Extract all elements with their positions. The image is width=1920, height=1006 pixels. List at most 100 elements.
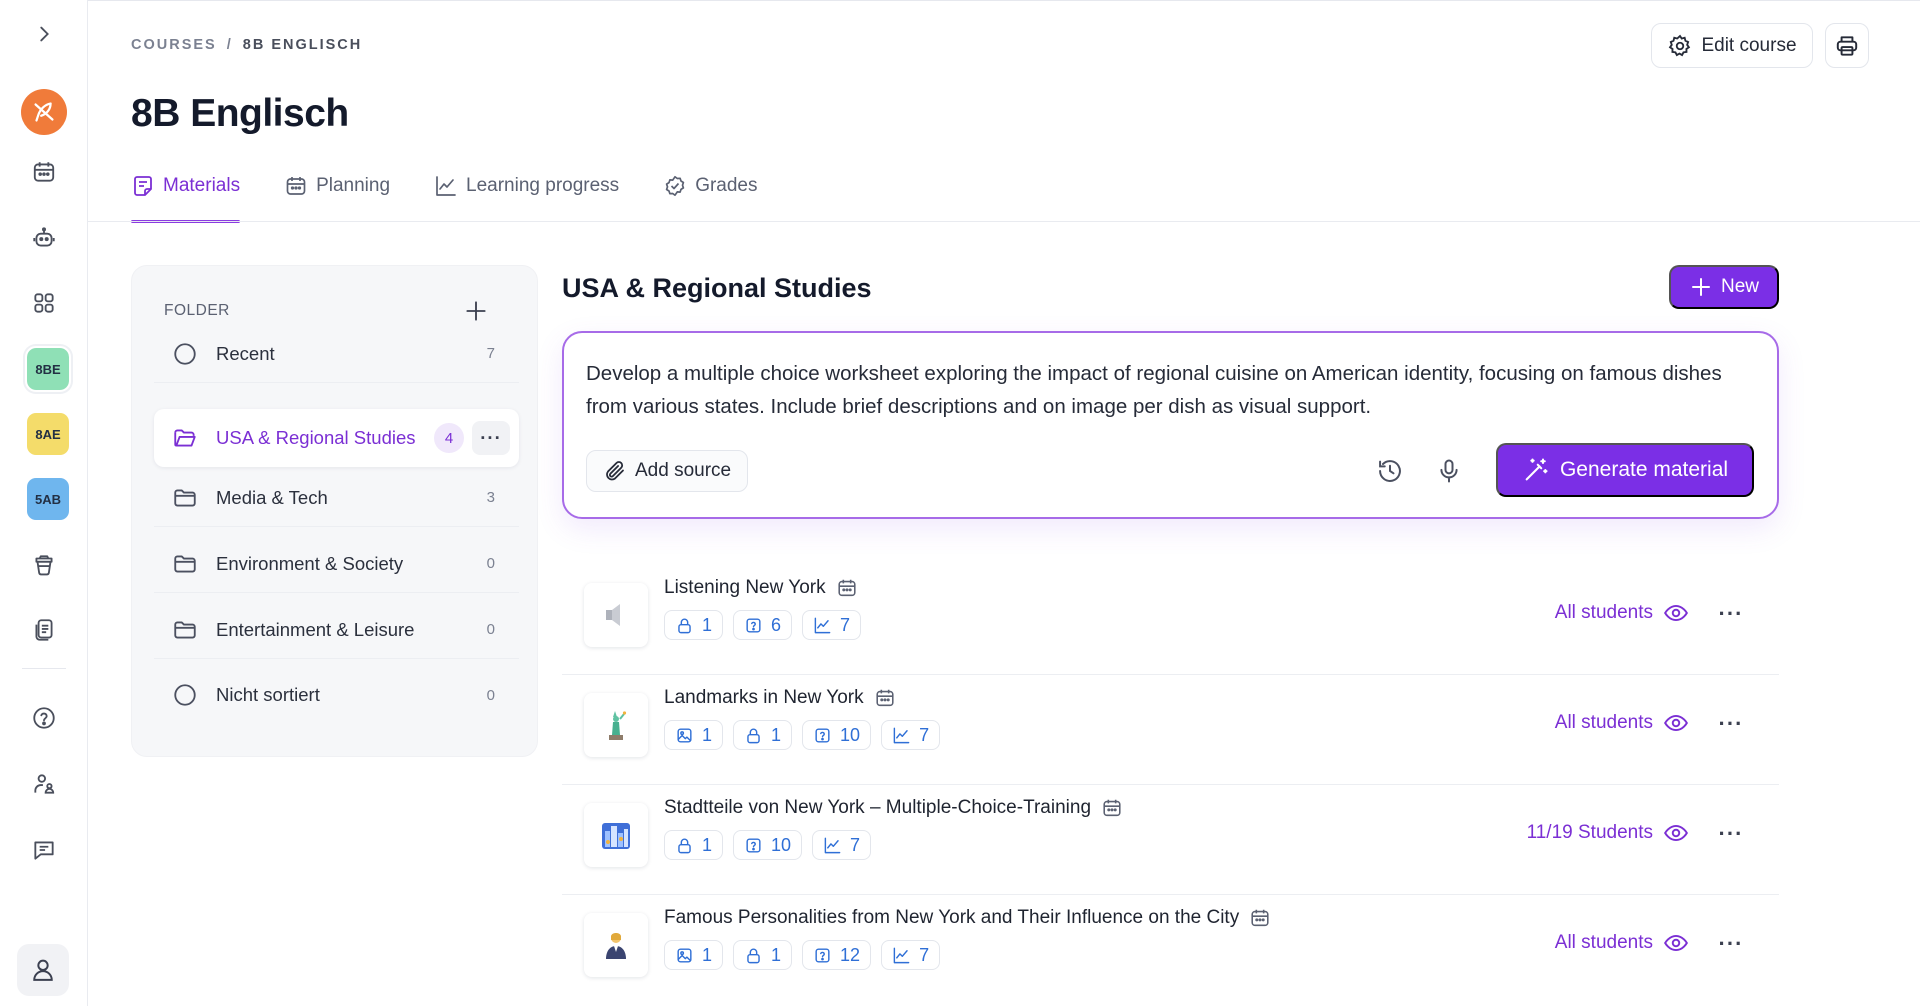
tab-planning[interactable]: Planning	[284, 160, 390, 212]
folder-item-media-tech[interactable]: Media & Tech 3	[154, 469, 519, 527]
material-row[interactable]: Stadtteile von New York – Multiple-Choic…	[562, 785, 1779, 895]
question-chip[interactable]: 10	[802, 720, 872, 750]
folder-item-entertainment-leisure[interactable]: Entertainment & Leisure 0	[154, 601, 519, 659]
cup-icon[interactable]	[24, 545, 64, 585]
course-badge-8ae[interactable]: 8AE	[27, 413, 69, 455]
circle-icon	[174, 342, 196, 365]
audience-link[interactable]: All students	[1555, 600, 1689, 626]
material-row[interactable]: Listening New York 1 6 7 All students ··…	[562, 565, 1779, 675]
breadcrumb-current: 8B ENGLISCH	[242, 37, 363, 53]
folder-item-nicht-sortiert[interactable]: Nicht sortiert 0	[154, 666, 519, 724]
progress-chip[interactable]: 7	[881, 940, 941, 970]
user-avatar[interactable]	[17, 944, 69, 996]
row-more-button[interactable]: ···	[1713, 927, 1749, 961]
material-title-text: Landmarks in New York	[664, 687, 864, 708]
tab-learning-progress[interactable]: Learning progress	[434, 160, 619, 212]
row-more-button[interactable]: ···	[1713, 597, 1749, 631]
row-more-button[interactable]: ···	[1713, 817, 1749, 851]
material-title-text: Listening New York	[664, 577, 826, 598]
statue-of-liberty-icon	[609, 711, 627, 740]
material-title[interactable]: Landmarks in New York	[664, 687, 896, 709]
plus-icon	[1691, 278, 1710, 296]
lock-chip[interactable]: 1	[664, 830, 724, 860]
section-title: USA & Regional Studies	[562, 273, 872, 303]
eye-icon	[1664, 934, 1688, 952]
breadcrumb-courses-link[interactable]: COURSES	[131, 37, 217, 53]
apps-grid-icon[interactable]	[24, 283, 64, 323]
folder-item-count: 7	[486, 345, 495, 362]
progress-chip[interactable]: 7	[812, 830, 872, 860]
material-row[interactable]: Landmarks in New York 1 1 10 7 All stude…	[562, 675, 1779, 785]
new-material-button[interactable]: New	[1669, 265, 1779, 309]
documents-icon[interactable]	[24, 610, 64, 650]
feedback-chat-icon[interactable]	[24, 830, 64, 870]
question-chip[interactable]: 10	[733, 830, 803, 860]
folder-item-label: Entertainment & Leisure	[216, 618, 415, 640]
microphone-icon	[1440, 459, 1458, 483]
app-logo[interactable]	[21, 89, 67, 135]
image-chip[interactable]: 1	[664, 720, 724, 750]
material-title-text: Famous Personalities from New York and T…	[664, 907, 1240, 928]
tab-materials[interactable]: Materials	[131, 160, 241, 223]
audience-label: All students	[1554, 712, 1653, 733]
folder-item-count: 3	[486, 489, 495, 506]
chart-icon	[893, 727, 910, 743]
microphone-button[interactable]	[1428, 450, 1470, 492]
image-chip[interactable]: 1	[664, 940, 724, 970]
generate-material-button[interactable]: Generate material	[1496, 443, 1754, 497]
audience-link[interactable]: 11/19 Students	[1527, 820, 1689, 846]
team-icon[interactable]	[24, 764, 64, 804]
material-row[interactable]: Famous Personalities from New York and T…	[562, 895, 1779, 1005]
audience-link[interactable]: All students	[1555, 930, 1689, 956]
lock-chip[interactable]: 1	[733, 940, 793, 970]
image-icon	[677, 727, 692, 743]
material-title[interactable]: Listening New York	[664, 577, 858, 599]
audience-link[interactable]: All students	[1555, 710, 1689, 736]
add-source-button[interactable]: Add source	[586, 450, 749, 492]
folder-item-usa-regional-studies[interactable]: USA & Regional Studies 4 ···	[154, 409, 519, 467]
robot-icon[interactable]	[24, 218, 64, 258]
help-icon[interactable]	[24, 698, 64, 738]
material-thumbnail	[584, 693, 648, 757]
row-more-button[interactable]: ···	[1713, 707, 1749, 741]
progress-chip[interactable]: 7	[881, 720, 941, 750]
left-rail: 8BE 8AE 5AB	[0, 0, 88, 1006]
breadcrumb-separator: /	[226, 37, 233, 53]
folder-item-recent[interactable]: Recent 7	[154, 325, 519, 383]
lock-chip[interactable]: 1	[664, 610, 724, 640]
expand-chevron-icon[interactable]	[24, 14, 64, 54]
material-stats: 1 1 10 7	[664, 720, 941, 750]
material-title[interactable]: Famous Personalities from New York and T…	[664, 907, 1271, 929]
question-icon	[746, 837, 761, 853]
history-icon	[1379, 460, 1401, 482]
folder-more-button[interactable]: ···	[472, 421, 510, 455]
course-badge-8be[interactable]: 8BE	[25, 346, 71, 392]
lock-chip[interactable]: 1	[733, 720, 793, 750]
folder-icon	[174, 620, 196, 639]
calendar-icon[interactable]	[24, 152, 64, 192]
chip-value: 1	[702, 614, 713, 635]
chip-value: 7	[840, 614, 851, 635]
history-button[interactable]	[1369, 450, 1411, 492]
tab-grades[interactable]: Grades	[663, 160, 758, 212]
progress-chip[interactable]: 7	[802, 610, 862, 640]
folder-item-environment-society[interactable]: Environment & Society 0	[154, 535, 519, 593]
print-button[interactable]	[1825, 23, 1869, 68]
edit-course-label: Edit course	[1701, 34, 1797, 56]
chip-value: 1	[771, 944, 782, 965]
prompt-input[interactable]: Develop a multiple choice worksheet expl…	[586, 357, 1756, 423]
question-chip[interactable]: 12	[802, 940, 872, 970]
add-source-label: Add source	[635, 460, 732, 481]
material-stats: 1 1 12 7	[664, 940, 941, 970]
printer-icon	[1836, 35, 1858, 56]
question-chip[interactable]: 6	[733, 610, 793, 640]
question-icon	[815, 947, 830, 963]
edit-course-button[interactable]: Edit course	[1651, 23, 1813, 68]
folder-icon	[174, 488, 196, 507]
course-badge-5ab[interactable]: 5AB	[27, 478, 69, 520]
tab-learning-progress-label: Learning progress	[466, 175, 620, 196]
chip-value: 7	[850, 834, 861, 855]
rail-divider	[22, 668, 66, 669]
material-title[interactable]: Stadtteile von New York – Multiple-Choic…	[664, 797, 1123, 819]
folder-item-label: Media & Tech	[216, 486, 328, 508]
